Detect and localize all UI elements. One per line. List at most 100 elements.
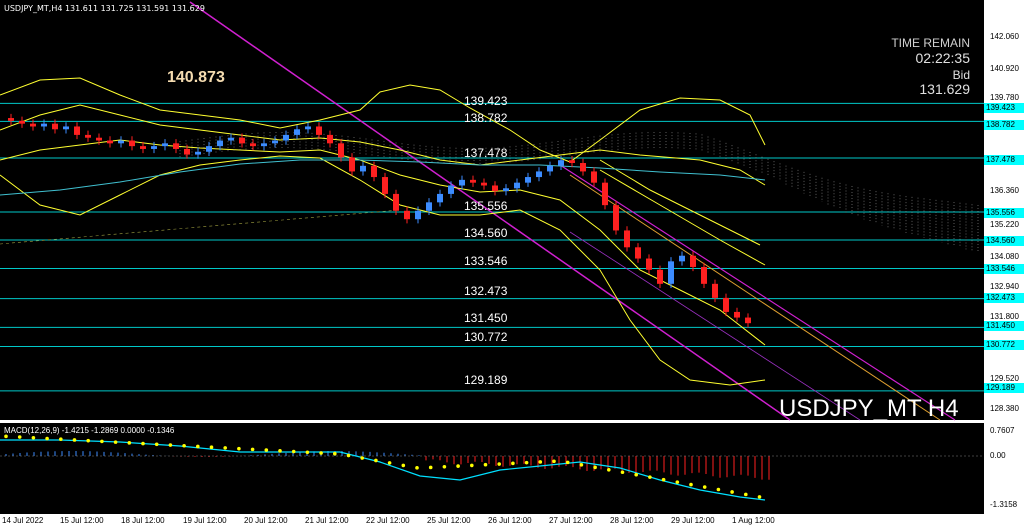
macd-signal-dot	[634, 472, 638, 477]
price-tag: 130.772	[984, 340, 1024, 350]
macd-signal-dot	[497, 462, 502, 466]
macd-signal-dot	[511, 461, 515, 466]
price-axis-tick: 140.920	[990, 64, 1019, 73]
price-tag: 137.478	[984, 155, 1024, 165]
candle-body	[657, 269, 663, 284]
candle-body	[415, 210, 421, 220]
macd-signal-dot	[607, 467, 611, 472]
candle-body	[184, 148, 190, 155]
macd-signal-dot	[483, 462, 488, 467]
macd-signal-dot	[264, 448, 269, 452]
price-chart-canvas[interactable]	[0, 0, 1024, 527]
macd-signal-dot	[250, 447, 255, 452]
candle-body	[261, 143, 267, 147]
level-label: 138.782	[464, 111, 508, 125]
time-axis-label: 19 Jul 12:00	[183, 516, 227, 525]
candle-body	[525, 177, 531, 183]
candle-body	[712, 283, 718, 298]
time-axis-label: 28 Jul 12:00	[610, 516, 654, 525]
candle-body	[85, 134, 91, 138]
macd-signal-dot	[4, 434, 8, 439]
macd-signal-dot	[675, 480, 680, 484]
candle-body	[646, 258, 652, 270]
time-remain-label: TIME REMAIN	[891, 36, 970, 50]
candle-body	[503, 188, 509, 192]
macd-signal-dot	[72, 438, 77, 442]
chart-window[interactable]: USDJPY_MT,H4 131.611 131.725 131.591 131…	[0, 0, 1024, 527]
level-label: 137.478	[464, 146, 508, 160]
level-label: 135.556	[464, 199, 508, 213]
candle-body	[547, 165, 553, 172]
bid-label: Bid	[952, 68, 970, 82]
macd-signal-dot	[593, 465, 597, 470]
candle-body	[316, 126, 322, 135]
macd-signal-dot	[538, 460, 543, 464]
macd-axis-tick: -1.3158	[990, 500, 1018, 509]
candle-body	[8, 118, 14, 121]
candle-body	[129, 140, 135, 147]
macd-signal-dot	[374, 458, 378, 463]
candle-body	[382, 177, 388, 194]
time-axis-label: 22 Jul 12:00	[366, 516, 410, 525]
level-label: 134.560	[464, 226, 508, 240]
candle-body	[195, 151, 201, 155]
time-axis-label: 27 Jul 12:00	[549, 516, 593, 525]
time-remain-value: 02:22:35	[915, 50, 971, 66]
candle-body	[349, 157, 355, 172]
candle-body	[536, 171, 542, 178]
macd-plot-area	[0, 423, 984, 514]
candle-body	[404, 210, 410, 220]
macd-signal-dot	[524, 460, 529, 465]
level-label: 129.189	[464, 373, 508, 387]
price-tag: 133.546	[984, 264, 1024, 274]
macd-signal-dot	[346, 453, 351, 458]
candle-body	[602, 182, 608, 206]
macd-signal-dot	[442, 464, 447, 469]
macd-signal-dot	[127, 441, 132, 445]
macd-signal-dot	[730, 490, 734, 494]
macd-signal-dot	[223, 446, 227, 450]
candle-body	[118, 140, 124, 144]
candle-body	[360, 165, 366, 172]
macd-info: MACD(12,26,9) -1.4215 -1.2869 0.0000 -0.…	[4, 426, 175, 435]
macd-signal-dot	[387, 461, 392, 465]
candle-body	[470, 179, 476, 183]
price-axis-tick: 136.360	[990, 186, 1019, 195]
price-axis-tick: 134.080	[990, 252, 1019, 261]
symbol-watermark: USDJPY_MT H4	[779, 395, 959, 422]
time-axis-label: 26 Jul 12:00	[488, 516, 532, 525]
macd-signal-dot	[59, 437, 63, 442]
bid-value: 131.629	[919, 81, 970, 97]
macd-signal-dot	[565, 460, 570, 465]
time-axis-label: 18 Jul 12:00	[121, 516, 165, 525]
price-tag: 135.556	[984, 208, 1024, 218]
candle-body	[30, 123, 36, 127]
candle-body	[217, 140, 223, 147]
candle-body	[723, 297, 729, 312]
macd-signal-dot	[757, 495, 762, 499]
candle-body	[569, 160, 575, 164]
candle-body	[162, 143, 168, 147]
macd-signal-dot	[278, 449, 282, 453]
price-axis-tick: 129.520	[990, 374, 1019, 383]
candle-body	[448, 185, 454, 194]
price-tag: 131.450	[984, 321, 1024, 331]
macd-signal-dot	[168, 443, 173, 447]
time-axis-label: 21 Jul 12:00	[305, 516, 349, 525]
candle-body	[283, 134, 289, 141]
macd-signal-dot	[428, 465, 433, 470]
macd-signal-dot	[470, 463, 474, 468]
candle-body	[272, 140, 278, 144]
level-label: 130.772	[464, 330, 508, 344]
candle-body	[327, 134, 333, 144]
candle-body	[690, 255, 696, 267]
price-tag: 139.423	[984, 103, 1024, 113]
macd-signal-dot	[716, 487, 721, 492]
macd-signal-dot	[744, 492, 748, 497]
candle-body	[206, 146, 212, 152]
macd-signal-dot	[182, 443, 186, 448]
candle-body	[371, 165, 377, 178]
macd-signal-dot	[237, 446, 241, 451]
level-label: 131.450	[464, 311, 508, 325]
candle-body	[613, 205, 619, 231]
